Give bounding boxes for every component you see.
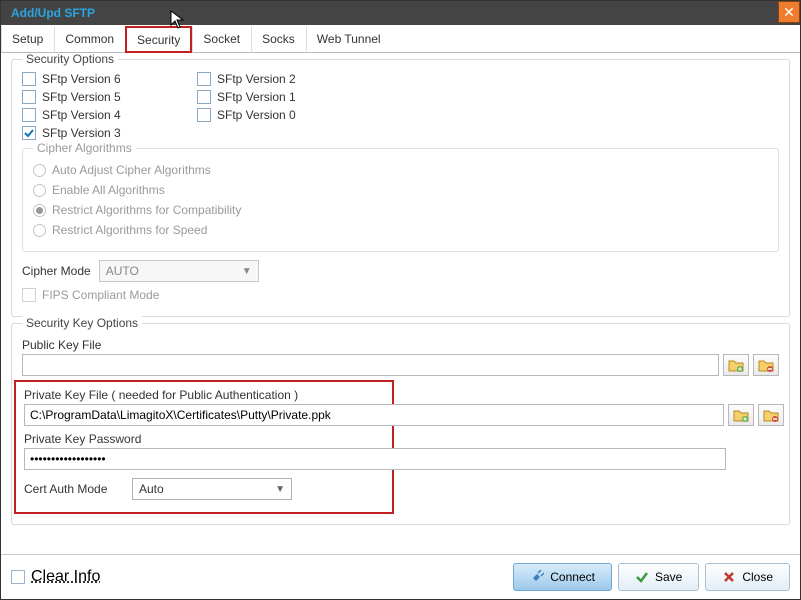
tab-common[interactable]: Common xyxy=(54,26,125,53)
button-label: Save xyxy=(655,570,682,584)
tab-socket[interactable]: Socket xyxy=(192,26,251,53)
plug-icon xyxy=(530,570,544,584)
tab-bar: Setup Common Security Socket Socks Web T… xyxy=(1,25,800,53)
security-options-group: Security Options SFtp Version 6 SFtp Ver… xyxy=(11,59,790,317)
check-icon xyxy=(635,570,649,584)
check-sftp-v3[interactable]: SFtp Version 3 xyxy=(22,126,197,140)
clear-info-label: Clear Info xyxy=(31,568,100,586)
radio-label: Auto Adjust Cipher Algorithms xyxy=(52,163,211,177)
radio-auto-adjust: Auto Adjust Cipher Algorithms xyxy=(33,163,768,177)
tab-security[interactable]: Security xyxy=(125,26,192,53)
cipher-legend: Cipher Algorithms xyxy=(33,141,136,155)
button-label: Connect xyxy=(550,570,595,584)
button-label: Close xyxy=(742,570,773,584)
radio-label: Restrict Algorithms for Compatibility xyxy=(52,203,241,217)
window-title: Add/Upd SFTP xyxy=(11,6,95,20)
folder-remove-icon xyxy=(763,408,779,422)
key-options-legend: Security Key Options xyxy=(22,316,142,330)
check-label: SFtp Version 5 xyxy=(42,90,121,104)
radio-restrict-speed: Restrict Algorithms for Speed xyxy=(33,223,768,237)
private-password-label: Private Key Password xyxy=(24,432,384,446)
save-button[interactable]: Save xyxy=(618,563,699,591)
security-key-options-group: Security Key Options Public Key File Pri… xyxy=(11,323,790,525)
public-key-label: Public Key File xyxy=(22,338,779,352)
chevron-down-icon: ▼ xyxy=(275,484,285,495)
cipher-algorithms-group: Cipher Algorithms Auto Adjust Cipher Alg… xyxy=(22,148,779,252)
public-key-clear-button[interactable] xyxy=(753,354,779,376)
check-sftp-v4[interactable]: SFtp Version 4 xyxy=(22,108,197,122)
cipher-mode-value: AUTO xyxy=(106,264,139,278)
clear-info-check[interactable]: Clear Info xyxy=(11,568,100,586)
tab-web-tunnel[interactable]: Web Tunnel xyxy=(306,26,392,53)
check-label: FIPS Compliant Mode xyxy=(42,288,159,302)
check-fips: FIPS Compliant Mode xyxy=(22,288,779,302)
tab-socks[interactable]: Socks xyxy=(251,26,306,53)
check-sftp-v2[interactable]: SFtp Version 2 xyxy=(197,72,372,86)
cipher-mode-label: Cipher Mode xyxy=(22,264,91,278)
public-key-browse-button[interactable] xyxy=(723,354,749,376)
radio-enable-all: Enable All Algorithms xyxy=(33,183,768,197)
private-key-label: Private Key File ( needed for Public Aut… xyxy=(24,388,384,402)
check-label: SFtp Version 4 xyxy=(42,108,121,122)
check-label: SFtp Version 0 xyxy=(217,108,296,122)
check-label: SFtp Version 3 xyxy=(42,126,121,140)
cert-auth-mode-select[interactable]: Auto ▼ xyxy=(132,478,292,500)
cert-auth-mode-label: Cert Auth Mode xyxy=(24,482,124,496)
x-icon xyxy=(722,570,736,584)
public-key-input[interactable] xyxy=(22,354,719,376)
check-label: SFtp Version 2 xyxy=(217,72,296,86)
security-options-legend: Security Options xyxy=(22,53,118,66)
footer: Clear Info Connect Save Close xyxy=(1,554,800,599)
chevron-down-icon: ▼ xyxy=(242,266,252,277)
check-label: SFtp Version 1 xyxy=(217,90,296,104)
private-key-browse-button[interactable] xyxy=(728,404,754,426)
private-password-input[interactable] xyxy=(24,448,726,470)
folder-add-icon xyxy=(728,358,744,372)
radio-label: Restrict Algorithms for Speed xyxy=(52,223,207,237)
titlebar: Add/Upd SFTP ✕ xyxy=(1,1,800,25)
cert-auth-mode-value: Auto xyxy=(139,482,164,496)
folder-remove-icon xyxy=(758,358,774,372)
highlighted-region: Private Key File ( needed for Public Aut… xyxy=(14,380,394,514)
tab-setup[interactable]: Setup xyxy=(1,26,54,53)
radio-label: Enable All Algorithms xyxy=(52,183,165,197)
check-label: SFtp Version 6 xyxy=(42,72,121,86)
check-sftp-v0[interactable]: SFtp Version 0 xyxy=(197,108,372,122)
check-sftp-v5[interactable]: SFtp Version 5 xyxy=(22,90,197,104)
connect-button[interactable]: Connect xyxy=(513,563,612,591)
close-button[interactable]: Close xyxy=(705,563,790,591)
cipher-mode-select: AUTO ▼ xyxy=(99,260,259,282)
private-key-input[interactable] xyxy=(24,404,724,426)
radio-restrict-compat: Restrict Algorithms for Compatibility xyxy=(33,203,768,217)
check-sftp-v1[interactable]: SFtp Version 1 xyxy=(197,90,372,104)
window-close-button[interactable]: ✕ xyxy=(778,1,800,23)
private-key-clear-button[interactable] xyxy=(758,404,784,426)
folder-add-icon xyxy=(733,408,749,422)
check-sftp-v6[interactable]: SFtp Version 6 xyxy=(22,72,197,86)
